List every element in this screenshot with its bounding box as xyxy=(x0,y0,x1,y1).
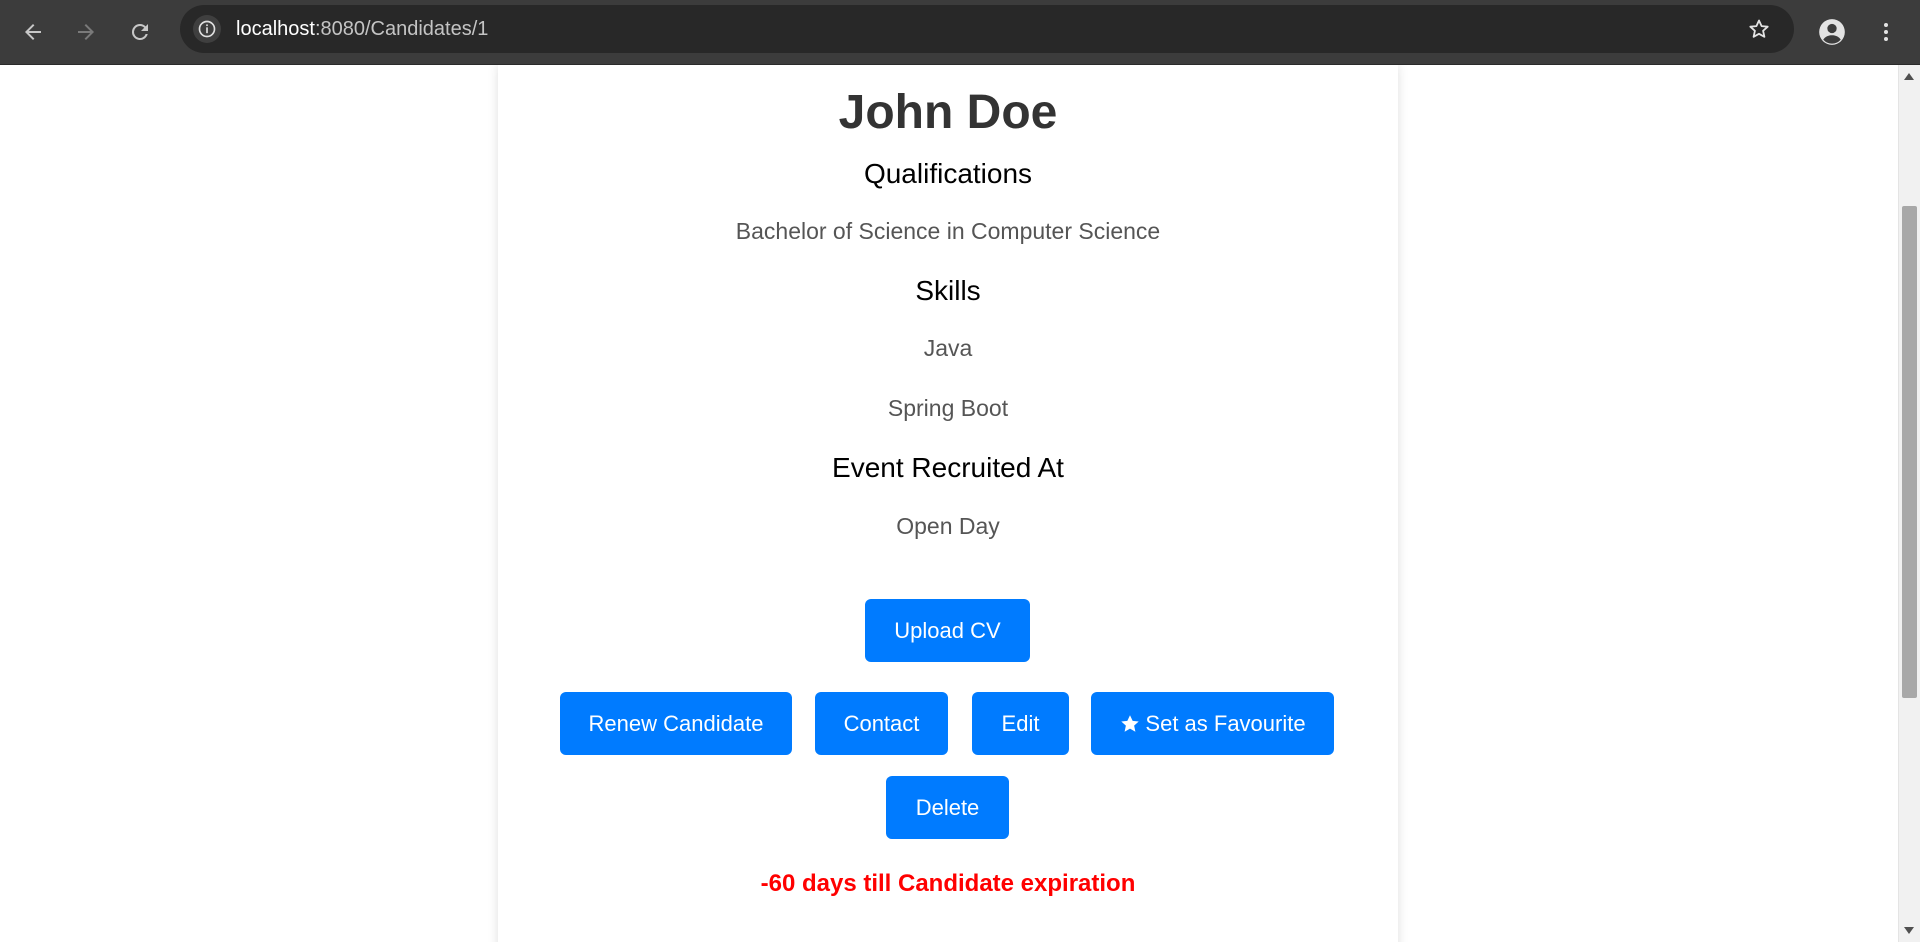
scroll-down-arrow-icon[interactable] xyxy=(1904,927,1914,934)
upload-cv-button[interactable]: Upload CV xyxy=(865,599,1030,662)
event-value: Open Day xyxy=(896,513,1000,539)
info-icon xyxy=(198,20,216,38)
star-outline-icon xyxy=(1749,19,1769,38)
set-favourite-label: Set as Favourite xyxy=(1145,710,1306,736)
site-info-button[interactable] xyxy=(193,15,221,43)
kebab-menu-icon xyxy=(1884,23,1888,41)
event-heading: Event Recruited At xyxy=(832,452,1064,483)
edit-button[interactable]: Edit xyxy=(972,692,1069,755)
back-button[interactable] xyxy=(14,13,52,51)
url-host: localhost xyxy=(236,18,315,40)
forward-button[interactable] xyxy=(67,13,105,51)
renew-candidate-button[interactable]: Renew Candidate xyxy=(560,692,792,755)
browser-toolbar: localhost:8080/Candidates/1 xyxy=(0,0,1920,65)
bookmark-button[interactable] xyxy=(1746,16,1772,42)
profile-button[interactable] xyxy=(1812,14,1852,50)
set-favourite-button[interactable]: Set as Favourite xyxy=(1091,692,1334,755)
skills-heading: Skills xyxy=(915,275,981,306)
qualifications-heading: Qualifications xyxy=(863,158,1033,189)
upload-cv-label: Upload CV xyxy=(894,617,1001,643)
contact-label: Contact xyxy=(843,710,920,736)
arrow-left-icon xyxy=(25,24,41,40)
vertical-scrollbar[interactable] xyxy=(1898,65,1920,942)
scrollbar-thumb[interactable] xyxy=(1902,206,1917,698)
candidate-card: John Doe Qualifications Bachelor of Scie… xyxy=(498,65,1398,942)
delete-button[interactable]: Delete xyxy=(886,776,1009,839)
skill-item: Spring Boot xyxy=(887,395,1009,421)
delete-label: Delete xyxy=(915,794,980,820)
address-bar[interactable]: localhost:8080/Candidates/1 xyxy=(180,5,1794,53)
arrow-right-icon xyxy=(78,24,94,40)
candidate-name: John Doe xyxy=(838,86,1058,139)
contact-button[interactable]: Contact xyxy=(815,692,948,755)
browser-menu-button[interactable] xyxy=(1868,14,1904,50)
url-path: :8080/Candidates/1 xyxy=(314,18,489,40)
star-filled-icon xyxy=(1121,714,1140,732)
skill-item: Java xyxy=(923,335,973,361)
scroll-up-arrow-icon[interactable] xyxy=(1904,73,1914,80)
renew-candidate-label: Renew Candidate xyxy=(588,710,764,736)
url-text[interactable]: localhost:8080/Candidates/1 xyxy=(236,5,488,53)
edit-label: Edit xyxy=(1001,710,1040,736)
reload-button[interactable] xyxy=(121,13,159,51)
page-viewport: John Doe Qualifications Bachelor of Scie… xyxy=(0,65,1898,942)
reload-icon xyxy=(131,23,148,40)
expiry-warning: -60 days till Candidate expiration xyxy=(760,870,1136,897)
qualification-item: Bachelor of Science in Computer Science xyxy=(735,218,1161,244)
person-icon xyxy=(1819,19,1845,45)
